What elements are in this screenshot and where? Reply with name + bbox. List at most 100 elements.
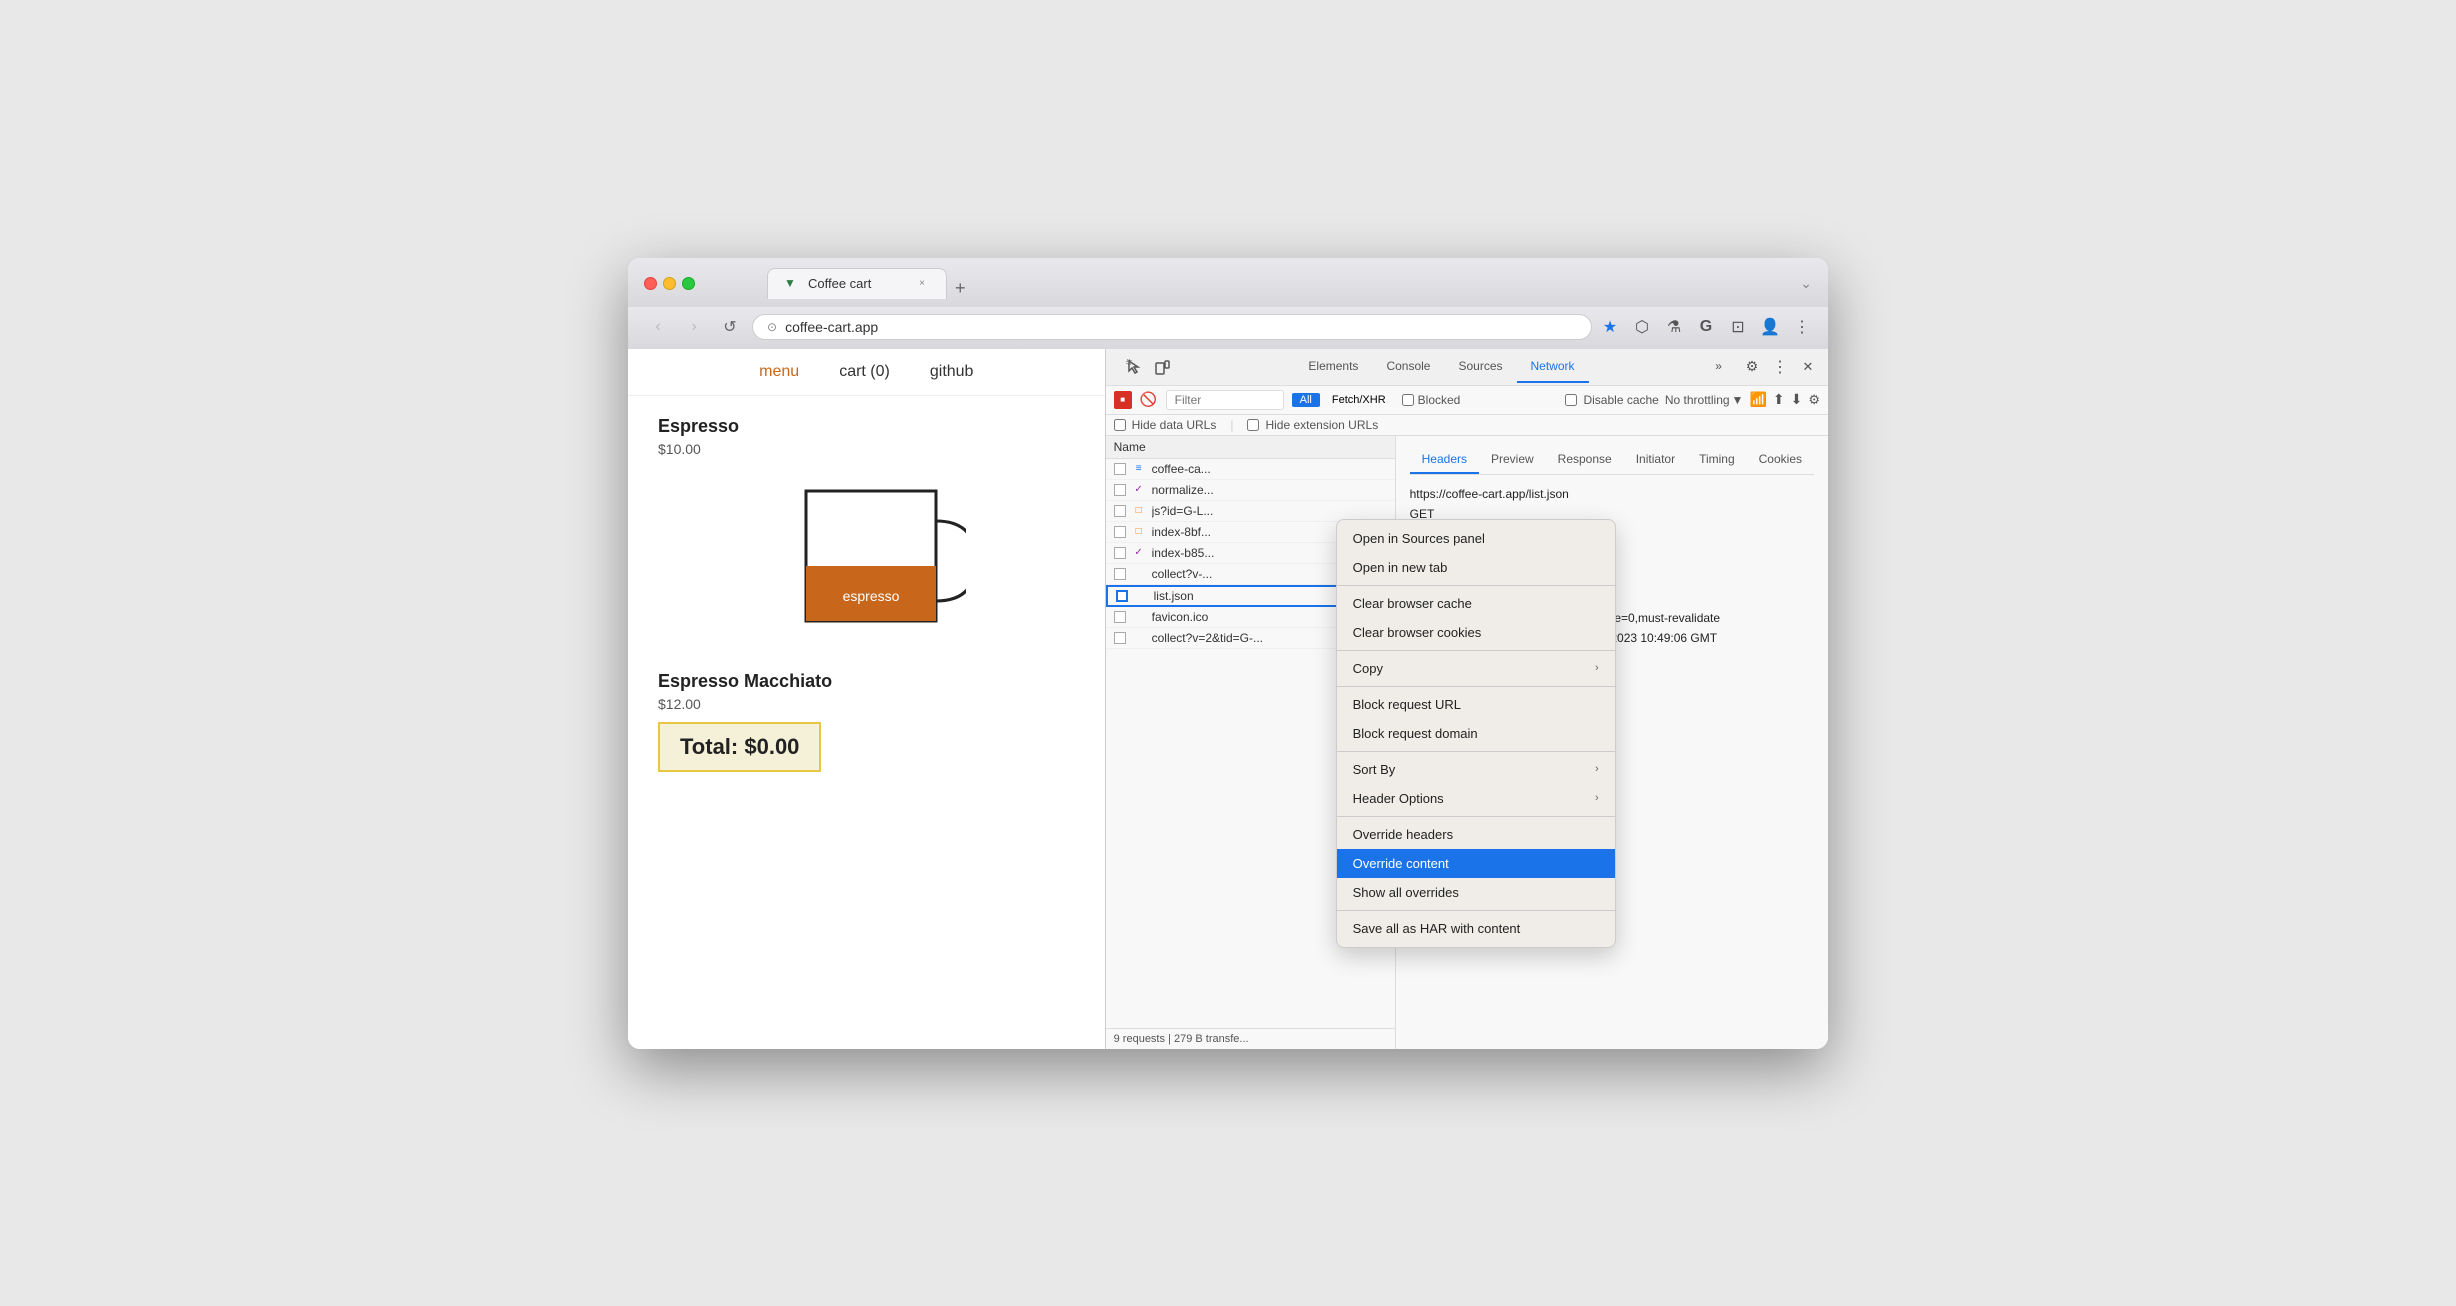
dt-tab-elements[interactable]: Elements bbox=[1294, 351, 1372, 383]
context-menu: Open in Sources panel Open in new tab Cl… bbox=[1336, 519, 1616, 948]
upload-icon: ⬆ bbox=[1773, 391, 1785, 408]
ni-checkbox[interactable] bbox=[1114, 526, 1126, 538]
clear-log-button[interactable]: 🚫 bbox=[1140, 391, 1158, 409]
ni-type-icon: ≡ bbox=[1132, 462, 1146, 476]
eyedropper-icon[interactable]: ⚗ bbox=[1664, 317, 1684, 337]
profile-icon[interactable]: 👤 bbox=[1760, 317, 1780, 337]
settings-small-icon[interactable]: ⚙ bbox=[1808, 392, 1820, 408]
ni-type-icon bbox=[1132, 567, 1146, 581]
split-view-icon[interactable]: ⊡ bbox=[1728, 317, 1748, 337]
detail-tab-initiator[interactable]: Initiator bbox=[1624, 446, 1687, 474]
dt-tab-network[interactable]: Network bbox=[1517, 351, 1589, 383]
detail-tab-timing[interactable]: Timing bbox=[1687, 446, 1747, 474]
url-bar[interactable]: ⊙ coffee-cart.app bbox=[752, 314, 1592, 340]
cm-clear-cookies[interactable]: Clear browser cookies bbox=[1337, 618, 1615, 647]
new-tab-button[interactable]: + bbox=[947, 278, 974, 299]
cm-open-sources[interactable]: Open in Sources panel bbox=[1337, 524, 1615, 553]
back-button[interactable]: ‹ bbox=[644, 313, 672, 341]
blocked-label: Blocked bbox=[1418, 393, 1461, 407]
cm-block-domain[interactable]: Block request domain bbox=[1337, 719, 1615, 748]
filter-fetch-tag[interactable]: Fetch/XHR bbox=[1324, 393, 1394, 407]
network-item[interactable]: ✓ normalize... bbox=[1106, 480, 1395, 501]
product2-name: Espresso Macchiato bbox=[658, 671, 1075, 692]
throttle-dropdown[interactable]: No throttling ▼ bbox=[1665, 393, 1744, 407]
more-menu-icon[interactable]: ⋮ bbox=[1792, 317, 1812, 337]
inspect-element-button[interactable] bbox=[1122, 355, 1146, 379]
filter-input[interactable] bbox=[1175, 393, 1275, 407]
network-item[interactable]: ≡ coffee-ca... bbox=[1106, 459, 1395, 480]
toolbar-right: Disable cache No throttling ▼ 📶 ⬆ ⬇ ⚙ bbox=[1565, 391, 1820, 408]
refresh-button[interactable]: ↺ bbox=[716, 313, 744, 341]
minimize-button[interactable] bbox=[663, 277, 676, 290]
extension-icon[interactable]: ⬡ bbox=[1632, 317, 1652, 337]
filter-input-area[interactable] bbox=[1166, 390, 1284, 410]
ni-checkbox[interactable] bbox=[1114, 547, 1126, 559]
ni-checkbox[interactable] bbox=[1114, 505, 1126, 517]
ni-type-icon: □ bbox=[1132, 504, 1146, 518]
product1-price: $10.00 bbox=[658, 441, 1075, 457]
cm-show-overrides[interactable]: Show all overrides bbox=[1337, 878, 1615, 907]
hide-ext-urls-label: Hide extension URLs bbox=[1265, 418, 1378, 432]
blocked-checkbox[interactable] bbox=[1402, 394, 1414, 406]
filter-tags: All Fetch/XHR bbox=[1292, 393, 1394, 407]
detail-tab-headers[interactable]: Headers bbox=[1410, 446, 1479, 474]
cm-separator bbox=[1337, 585, 1615, 586]
ni-checkbox[interactable] bbox=[1114, 611, 1126, 623]
cm-sort-by[interactable]: Sort By › bbox=[1337, 755, 1615, 784]
cm-save-har[interactable]: Save all as HAR with content bbox=[1337, 914, 1615, 943]
tab-bar: ▼ Coffee cart × + bbox=[767, 268, 974, 299]
cm-clear-cache[interactable]: Clear browser cache bbox=[1337, 589, 1615, 618]
nav-cart-link[interactable]: cart (0) bbox=[839, 363, 890, 381]
responsive-icon bbox=[1154, 359, 1170, 375]
disable-cache-checkbox[interactable] bbox=[1565, 394, 1577, 406]
site-nav: menu cart (0) github bbox=[628, 349, 1105, 396]
cm-sort-arrow: › bbox=[1595, 763, 1599, 775]
detail-tab-preview[interactable]: Preview bbox=[1479, 446, 1546, 474]
cm-header-options[interactable]: Header Options › bbox=[1337, 784, 1615, 813]
stop-recording-button[interactable]: ■ bbox=[1114, 391, 1132, 409]
dt-tab-console[interactable]: Console bbox=[1372, 351, 1444, 383]
nav-menu-link[interactable]: menu bbox=[759, 363, 799, 381]
nav-github-link[interactable]: github bbox=[930, 363, 974, 381]
ni-checkbox[interactable] bbox=[1114, 632, 1126, 644]
ni-checkbox[interactable] bbox=[1114, 463, 1126, 475]
cm-separator bbox=[1337, 910, 1615, 911]
forward-button[interactable]: › bbox=[680, 313, 708, 341]
ni-type-icon: ✓ bbox=[1132, 483, 1146, 497]
active-tab[interactable]: ▼ Coffee cart × bbox=[767, 268, 947, 299]
total-badge: Total: $0.00 bbox=[658, 722, 821, 772]
dt-tab-sources[interactable]: Sources bbox=[1444, 351, 1516, 383]
hide-ext-urls-checkbox[interactable] bbox=[1247, 419, 1259, 431]
tab-close-button[interactable]: × bbox=[914, 276, 930, 292]
device-toggle-button[interactable] bbox=[1150, 355, 1174, 379]
detail-tab-response[interactable]: Response bbox=[1546, 446, 1624, 474]
hide-data-urls-checkbox[interactable] bbox=[1114, 419, 1126, 431]
toolbar-icons: ★ ⬡ ⚗ G ⊡ 👤 ⋮ bbox=[1600, 317, 1812, 337]
maximize-button[interactable] bbox=[682, 277, 695, 290]
ni-checkbox[interactable] bbox=[1114, 484, 1126, 496]
close-button[interactable] bbox=[644, 277, 657, 290]
ni-type-icon: □ bbox=[1132, 525, 1146, 539]
ni-checkbox[interactable] bbox=[1114, 568, 1126, 580]
cursor-icon bbox=[1126, 359, 1142, 375]
cm-open-new-tab[interactable]: Open in new tab bbox=[1337, 553, 1615, 582]
traffic-lights bbox=[644, 277, 695, 290]
ni-checkbox-outlined[interactable] bbox=[1116, 590, 1128, 602]
bookmark-icon[interactable]: ★ bbox=[1600, 317, 1620, 337]
cm-copy[interactable]: Copy › bbox=[1337, 654, 1615, 683]
devtools-close-button[interactable]: ✕ bbox=[1796, 355, 1820, 379]
devtools-more-button[interactable]: ⋮ bbox=[1768, 355, 1792, 379]
detail-tabs: Headers Preview Response Initiator Timin… bbox=[1410, 446, 1814, 475]
cm-override-content[interactable]: Override content bbox=[1337, 849, 1615, 878]
cm-block-url[interactable]: Block request URL bbox=[1337, 690, 1615, 719]
filter-all-tag[interactable]: All bbox=[1292, 393, 1320, 407]
disable-cache-label: Disable cache bbox=[1583, 393, 1658, 407]
devtools-settings-button[interactable]: ⚙ bbox=[1740, 355, 1764, 379]
svg-text:espresso: espresso bbox=[843, 588, 900, 604]
dt-more-tabs[interactable]: » bbox=[1701, 351, 1736, 383]
detail-tab-cookies[interactable]: Cookies bbox=[1747, 446, 1814, 474]
cm-override-headers[interactable]: Override headers bbox=[1337, 820, 1615, 849]
grammarly-icon[interactable]: G bbox=[1696, 317, 1716, 337]
ni-type-icon bbox=[1132, 610, 1146, 624]
window-controls-icon: ⌄ bbox=[1800, 275, 1812, 292]
